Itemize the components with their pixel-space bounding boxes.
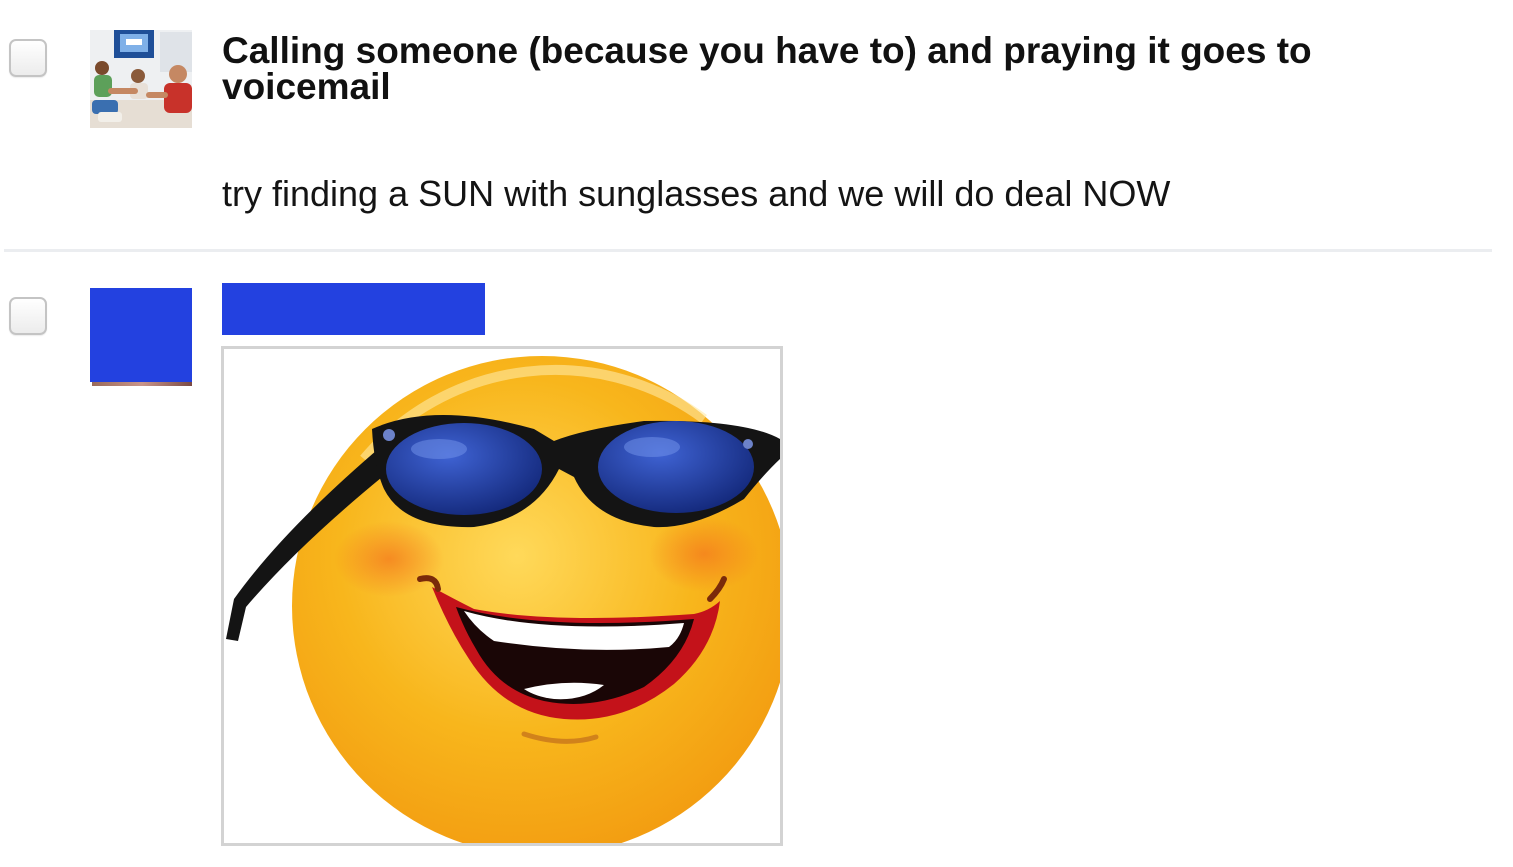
group-photo-avatar-image <box>90 30 192 128</box>
message-select-checkbox[interactable] <box>9 39 47 77</box>
message-text: try finding a SUN with sunglasses and we… <box>222 173 1171 214</box>
avatar-redaction <box>90 288 192 382</box>
image-attachment[interactable] <box>221 346 783 846</box>
avatar[interactable] <box>90 30 192 128</box>
avatar[interactable] <box>90 288 192 386</box>
sender-name-redaction <box>222 283 485 335</box>
cheek <box>649 516 759 592</box>
cheek <box>334 521 444 597</box>
sunglasses-lens <box>598 421 754 513</box>
message-item: Calling someone (because you have to) an… <box>0 0 1513 252</box>
sunglasses-lens <box>386 423 542 515</box>
sender-name[interactable]: Calling someone (because you have to) an… <box>222 32 1442 105</box>
message-item <box>0 252 1513 867</box>
sun-with-sunglasses-image <box>226 356 780 843</box>
message-select-checkbox[interactable] <box>9 297 47 335</box>
